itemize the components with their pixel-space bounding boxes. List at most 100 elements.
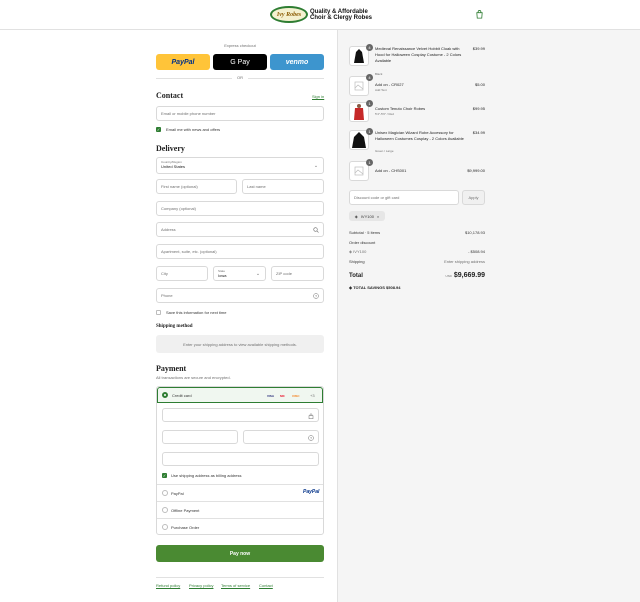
country-value: United States	[161, 164, 186, 169]
discount-value: - $508.94	[468, 249, 485, 254]
credit-card-radio[interactable]	[162, 392, 168, 398]
contact-link[interactable]: Contact	[259, 583, 273, 588]
phone-input[interactable]: Phone ?	[156, 288, 324, 303]
checkout-form: Express checkout PayPal G Pay venmo OR C…	[0, 30, 337, 602]
delivery-title: Delivery	[156, 144, 185, 153]
purchase-order-label: Purchase Order	[171, 525, 200, 530]
item-title: Add on - CHS001	[375, 168, 407, 173]
subtotal-label: Subtotal · 5 items	[349, 230, 381, 235]
discount-code-input[interactable]: Discount code or gift card	[349, 190, 459, 205]
quantity-badge: 1	[366, 100, 373, 107]
privacy-policy-link[interactable]: Privacy policy	[189, 583, 213, 588]
remove-discount-icon[interactable]: ×	[377, 214, 379, 219]
savings-value: $508.94	[386, 285, 401, 290]
sign-in-link[interactable]: Sign in	[312, 94, 324, 99]
subtotal-value: $10,178.93	[464, 230, 485, 235]
credit-card-label: Credit card	[172, 393, 192, 398]
paypal-logo: PayPal	[303, 489, 320, 495]
contact-input[interactable]: Email or mobile phone number	[156, 106, 324, 121]
quantity-badge: 4	[366, 44, 373, 51]
zip-input[interactable]: ZIP code	[271, 266, 324, 281]
or-separator: OR	[232, 75, 248, 80]
shipping-method-title: Shipping method	[156, 324, 193, 329]
address-input[interactable]: Address	[156, 222, 324, 237]
country-select[interactable]: Country/Region United States ⌄	[156, 157, 324, 174]
item-price: $39.99	[472, 46, 485, 51]
company-input[interactable]: Company (optional)	[156, 201, 324, 216]
logo-mark: Ivy Robes	[270, 6, 308, 23]
quantity-badge: 4	[366, 74, 373, 81]
security-code-input[interactable]: ?	[243, 430, 319, 444]
name-on-card-input[interactable]	[162, 452, 319, 466]
venmo-button[interactable]: venmo	[270, 54, 324, 70]
quantity-badge: 1	[366, 128, 373, 135]
shopping-bag-icon[interactable]	[475, 10, 484, 19]
paypal-label: PayPal	[171, 491, 184, 496]
line-item: 1 Custom Tenuto Choir Robes 5'4"-5'6" / …	[349, 100, 485, 124]
item-variant: Green / Large	[375, 149, 394, 153]
item-variant: 5'4"-5'6" / Red	[375, 112, 394, 116]
first-name-input[interactable]: First name (optional)	[156, 179, 237, 194]
logo-line-1: Quality & Affordable	[310, 8, 368, 15]
expiry-input[interactable]	[162, 430, 238, 444]
chevron-down-icon: ⌄	[255, 271, 261, 277]
shipping-label: Shipping	[349, 259, 365, 264]
offline-payment-option[interactable]: Offline Payment	[157, 501, 323, 518]
purchase-order-radio[interactable]	[162, 524, 168, 530]
offline-payment-radio[interactable]	[162, 507, 168, 513]
logo-line-2: Choir & Clergy Robes	[310, 14, 373, 21]
total-label: Total	[349, 273, 363, 279]
applied-code: IVY100	[360, 213, 374, 219]
discover-icon: DISC	[292, 393, 300, 398]
save-info-label: Save this information for next time	[166, 310, 227, 315]
google-pay-button[interactable]: G Pay	[213, 54, 267, 70]
product-thumbnail: 1	[349, 128, 373, 150]
line-item: 4 Medieval Renaissance Velvet Hobbit Clo…	[349, 44, 485, 76]
item-variant: Add Text	[375, 88, 387, 92]
shipping-method-note: Enter your shipping address to view avai…	[156, 335, 324, 353]
image-placeholder-icon	[354, 81, 364, 91]
product-thumbnail: 4	[349, 44, 373, 66]
payment-title: Payment	[156, 364, 187, 373]
pay-now-button[interactable]: Pay now	[156, 545, 324, 562]
card-number-input[interactable]	[162, 408, 319, 422]
last-name-input[interactable]: Last name	[242, 179, 324, 194]
savings-label: TOTAL SAVINGS	[353, 285, 385, 290]
item-title: Unisex Magician Wizard Robe Accessory fo…	[375, 130, 464, 141]
payment-options: Credit card VISA MC DISC +3 ? ✓ Use ship…	[156, 386, 324, 535]
paypal-radio[interactable]	[162, 490, 168, 496]
credit-card-option[interactable]: Credit card VISA MC DISC +3	[157, 387, 323, 403]
state-select[interactable]: State Iowa ⌄	[213, 266, 266, 281]
lock-icon	[308, 413, 314, 419]
wizard-robe-image	[352, 132, 366, 148]
footer-divider	[156, 577, 324, 578]
billing-address-checkbox[interactable]: ✓	[162, 473, 167, 478]
store-logo[interactable]: Ivy Robes Quality & Affordable Choir & C…	[270, 6, 372, 23]
contact-title: Contact	[156, 91, 184, 100]
paypal-option[interactable]: PayPal PayPal	[157, 484, 323, 501]
cloak-image	[354, 49, 364, 63]
news-label: Email me with news and offers	[166, 127, 221, 132]
header: Ivy Robes Quality & Affordable Choir & C…	[0, 0, 640, 30]
paypal-express-button[interactable]: PayPal	[156, 54, 210, 70]
apartment-input[interactable]: Apartment, suite, etc. (optional)	[156, 244, 324, 259]
purchase-order-option[interactable]: Purchase Order	[157, 518, 323, 535]
image-placeholder-icon	[354, 166, 364, 176]
refund-policy-link[interactable]: Refund policy	[156, 583, 180, 588]
terms-of-service-link[interactable]: Terms of service	[221, 583, 250, 588]
line-item: 1 Add on - CHS001 $9,999.00	[349, 159, 485, 181]
order-discount-label: Order discount	[349, 240, 376, 245]
news-checkbox[interactable]: ✓	[156, 127, 161, 132]
product-thumbnail: 1	[349, 159, 373, 181]
help-icon[interactable]: ?	[313, 293, 319, 299]
help-icon[interactable]: ?	[308, 435, 314, 441]
payment-subtitle: All transactions are secure and encrypte…	[156, 375, 231, 380]
apply-discount-button[interactable]: Apply	[462, 190, 485, 205]
city-input[interactable]: City	[156, 266, 208, 281]
line-item: 4 Add on - CR027 Add Text $5.00	[349, 74, 485, 96]
red-robe-image	[354, 104, 364, 120]
item-price: $5.00	[474, 82, 485, 87]
more-cards-badge: +3	[310, 393, 315, 398]
line-item: 1 Unisex Magician Wizard Robe Accessory …	[349, 128, 485, 156]
save-info-checkbox[interactable]	[156, 310, 161, 315]
